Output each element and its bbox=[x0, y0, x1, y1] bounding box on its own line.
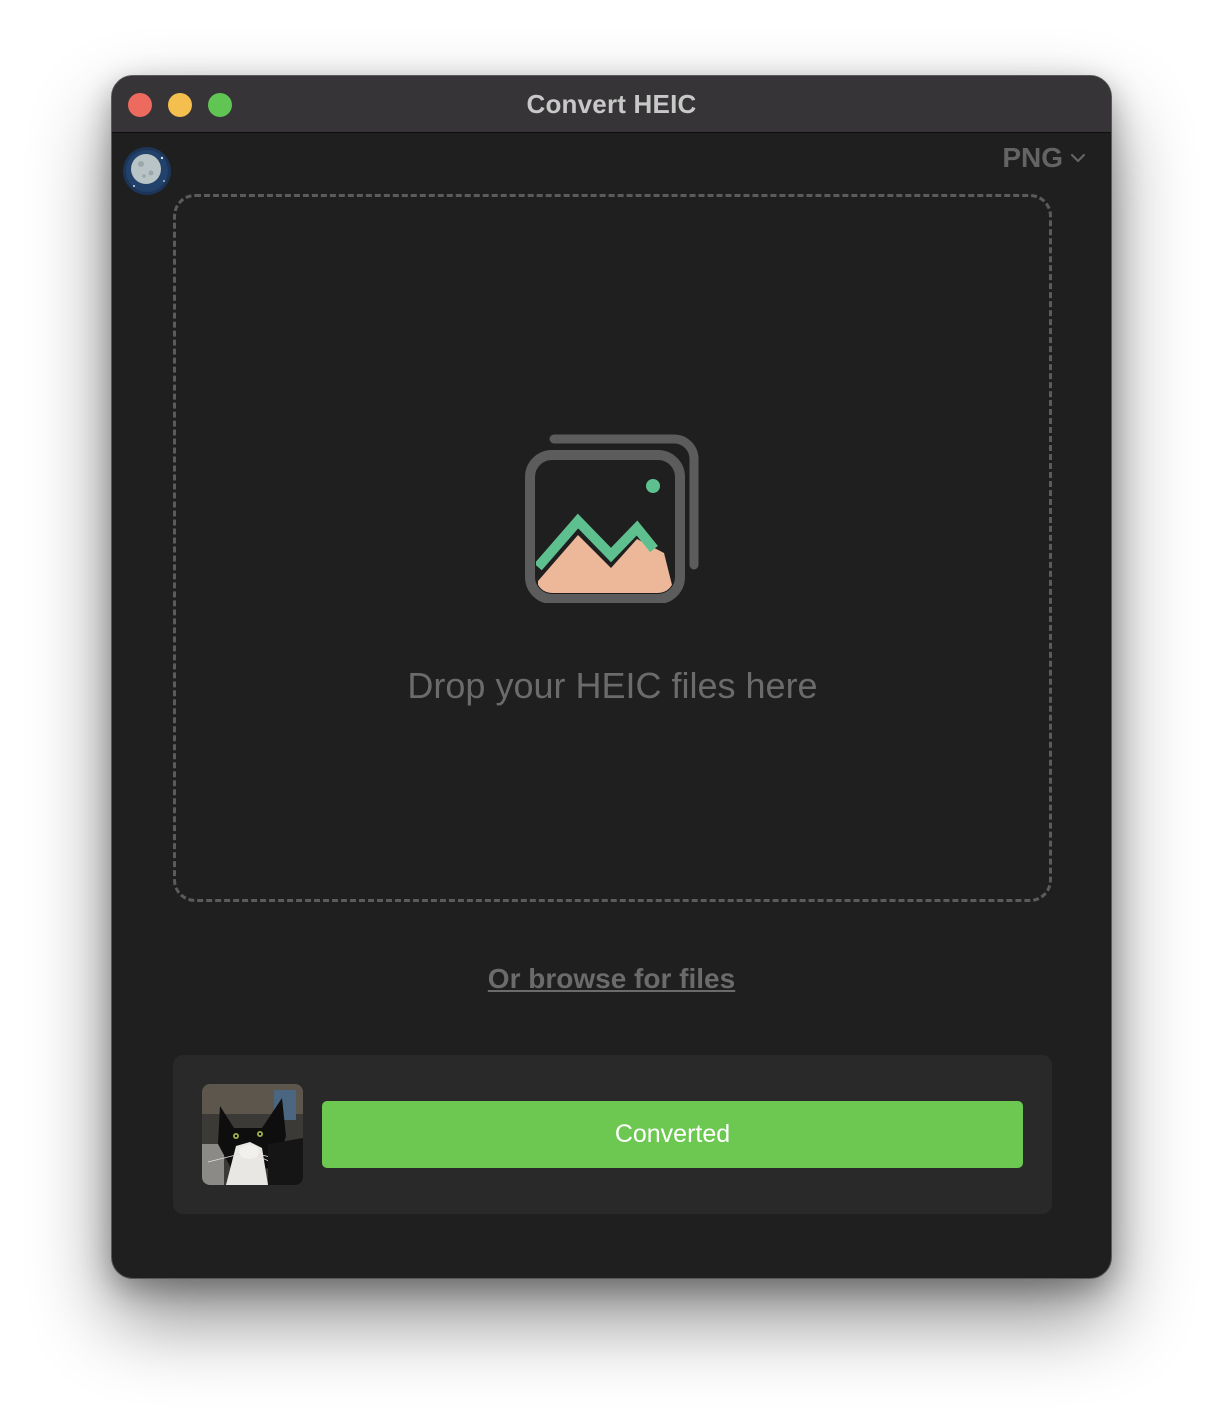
converted-status-button[interactable]: Converted bbox=[322, 1101, 1023, 1168]
format-dropdown[interactable]: PNG bbox=[1002, 142, 1087, 174]
window-title: Convert HEIC bbox=[526, 89, 697, 119]
browse-files-link[interactable]: Or browse for files bbox=[488, 963, 735, 994]
browse-link-container: Or browse for files bbox=[112, 963, 1111, 995]
drop-zone[interactable]: Drop your HEIC files here bbox=[173, 194, 1052, 902]
image-stack-icon bbox=[525, 434, 699, 603]
moon-icon[interactable] bbox=[122, 146, 172, 196]
drop-zone-text: Drop your HEIC files here bbox=[407, 665, 818, 706]
file-list-item: Converted bbox=[173, 1055, 1052, 1214]
file-thumbnail bbox=[202, 1084, 303, 1185]
app-window: Convert HEIC PNG Drop your HEIC files he… bbox=[111, 75, 1112, 1279]
format-value: PNG bbox=[1002, 142, 1063, 173]
title-bar[interactable]: Convert HEIC bbox=[112, 76, 1111, 133]
chevron-down-icon bbox=[1070, 153, 1086, 163]
